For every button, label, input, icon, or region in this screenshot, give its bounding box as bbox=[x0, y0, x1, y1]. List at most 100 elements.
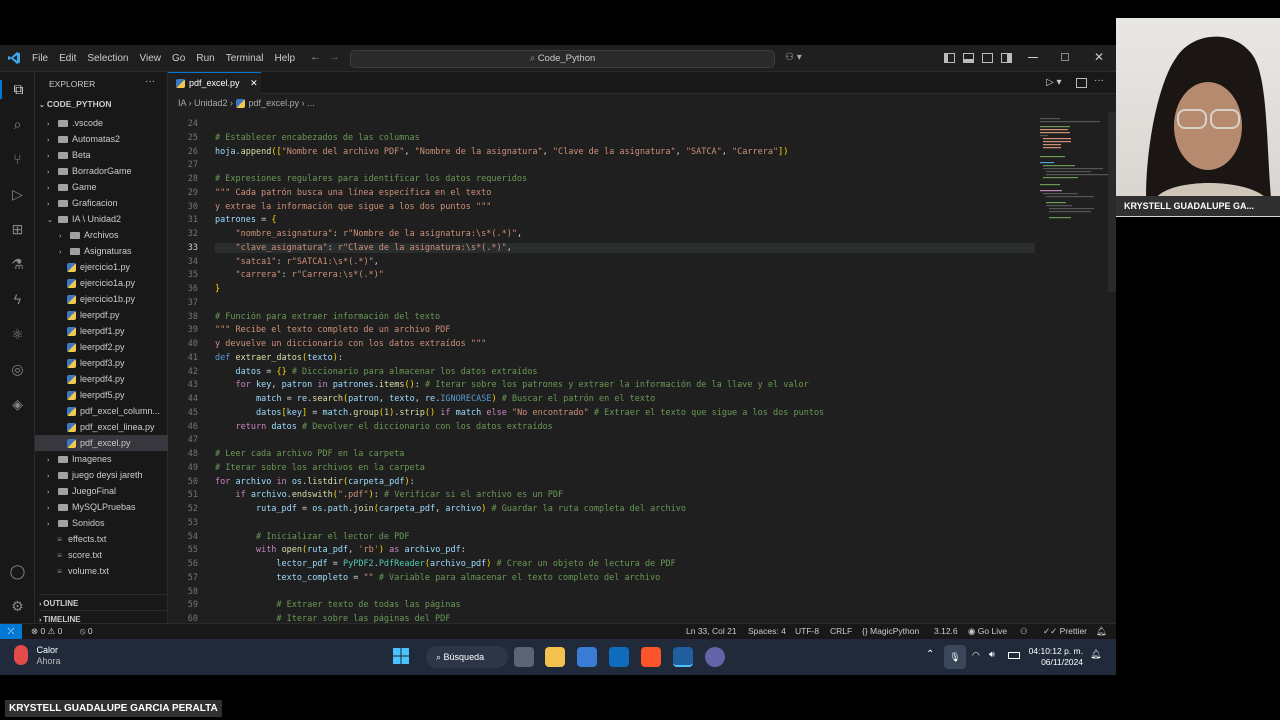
code-line[interactable]: lector_pdf = PyPDF2.PdfReader(archivo_pd… bbox=[215, 559, 675, 569]
back-arrow-icon[interactable]: ← bbox=[310, 51, 321, 63]
python-icon[interactable]: ◈ bbox=[8, 395, 27, 414]
react-icon[interactable]: ⚛ bbox=[8, 325, 27, 344]
microphone-icon[interactable]: 🎙︎ bbox=[944, 645, 966, 669]
language-mode[interactable]: {} MagicPython bbox=[862, 624, 919, 639]
code-line[interactable]: # Iterar sobre las páginas del PDF bbox=[215, 614, 450, 623]
code-line[interactable]: # Establecer encabezados de las columnas bbox=[215, 133, 420, 143]
go-live-button[interactable]: ◉ Go Live bbox=[968, 624, 1007, 639]
code-line[interactable]: if archivo.endswith(".pdf"): # Verificar… bbox=[215, 490, 563, 500]
code-line[interactable]: patrones = { bbox=[215, 215, 276, 225]
tree-folder[interactable]: › Beta bbox=[35, 147, 168, 163]
code-line[interactable]: """ Cada patrón busca una línea específi… bbox=[215, 188, 491, 198]
clock[interactable]: 04:10:12 p. m. 06/11/2024 bbox=[1027, 646, 1083, 668]
tree-file[interactable]: ≡ score.txt bbox=[35, 547, 168, 563]
code-line[interactable]: for key, patron in patrones.items(): # I… bbox=[215, 380, 808, 390]
menu-help[interactable]: Help bbox=[275, 53, 296, 64]
line-ending[interactable]: CRLF bbox=[830, 624, 852, 639]
close-window-icon[interactable]: ✕ bbox=[1094, 50, 1104, 64]
code-view[interactable]: 24 25 # Establecer encabezados de las colu… bbox=[168, 112, 1038, 623]
code-line[interactable]: for archivo in os.listdir(carpeta_pdf): bbox=[215, 477, 415, 487]
tree-file[interactable]: leerpdf1.py bbox=[35, 323, 168, 339]
show-hidden-icons[interactable]: ⌃ bbox=[926, 649, 934, 660]
code-line[interactable]: texto_completo = "" # Variable para alma… bbox=[215, 573, 660, 583]
extensions-icon[interactable]: ⊞ bbox=[8, 220, 27, 239]
live-share-icon[interactable]: ◎ bbox=[8, 360, 27, 379]
run-debug-icon[interactable]: ▷ bbox=[8, 185, 27, 204]
notifications-bell-icon[interactable]: 🔔︎ bbox=[1096, 624, 1107, 639]
task-view-icon[interactable] bbox=[514, 647, 534, 667]
ports-indicator[interactable]: ⦸ 0 bbox=[80, 624, 93, 639]
tree-folder[interactable]: › Sonidos bbox=[35, 515, 168, 531]
root-folder[interactable]: ⌄ CODE_PYTHON bbox=[39, 99, 112, 109]
tree-folder[interactable]: › Game bbox=[35, 179, 168, 195]
tree-file[interactable]: leerpdf5.py bbox=[35, 387, 168, 403]
code-line[interactable]: y devuelve un diccionario con los datos … bbox=[215, 339, 486, 349]
notification-center-icon[interactable]: 🔔︎ bbox=[1090, 649, 1101, 660]
split-editor-icon[interactable] bbox=[1076, 78, 1087, 88]
volume-icon[interactable]: 🔊︎ bbox=[989, 649, 995, 660]
code-line[interactable]: with open(ruta_pdf, 'rb') as archivo_pdf… bbox=[215, 545, 466, 555]
breadcrumb-item[interactable]: IA bbox=[178, 98, 186, 108]
code-line[interactable]: return datos # Devolver el diccionario c… bbox=[215, 422, 552, 432]
weather-widget[interactable]: Calor Ahora bbox=[14, 645, 61, 667]
breadcrumb-item[interactable]: pdf_excel.py bbox=[249, 98, 300, 108]
tree-folder[interactable]: › Graficacion bbox=[35, 195, 168, 211]
code-line[interactable]: y extrae la información que sigue a los … bbox=[215, 202, 491, 212]
run-python-icon[interactable]: ▷ ▾ bbox=[1046, 77, 1062, 88]
source-control-icon[interactable]: ⑂ bbox=[8, 150, 27, 169]
copilot-status-icon[interactable]: ⚇ bbox=[1020, 624, 1028, 639]
code-line[interactable]: # Iterar sobre los archivos en la carpet… bbox=[215, 463, 425, 473]
tree-folder[interactable]: › juego deysi jareth bbox=[35, 467, 168, 483]
file-explorer-icon[interactable] bbox=[545, 647, 565, 667]
tree-folder[interactable]: › Archivos bbox=[35, 227, 168, 243]
wifi-icon[interactable]: ◠ bbox=[972, 650, 980, 661]
restore-icon[interactable] bbox=[1061, 53, 1069, 61]
tree-folder[interactable]: › BorradorGame bbox=[35, 163, 168, 179]
tree-folder[interactable]: › MySQLPruebas bbox=[35, 499, 168, 515]
remote-indicator[interactable]: ⤫ bbox=[0, 624, 22, 639]
tree-folder[interactable]: › JuegoFinal bbox=[35, 483, 168, 499]
code-line[interactable]: """ Recibe el texto completo de un archi… bbox=[215, 325, 450, 335]
tree-file[interactable]: leerpdf3.py bbox=[35, 355, 168, 371]
editor-more-icon[interactable]: ··· bbox=[1094, 75, 1104, 86]
tree-file[interactable]: ejercicio1.py bbox=[35, 259, 168, 275]
vscode-taskbar-icon[interactable] bbox=[673, 647, 693, 667]
customize-layout-icon[interactable] bbox=[1001, 53, 1012, 63]
menu-edit[interactable]: Edit bbox=[59, 53, 76, 64]
cursor-position[interactable]: Ln 33, Col 21 bbox=[686, 624, 737, 639]
menu-terminal[interactable]: Terminal bbox=[226, 53, 264, 64]
tree-file[interactable]: pdf_excel_column... bbox=[35, 403, 168, 419]
prettier-status[interactable]: ✓✓ Prettier bbox=[1043, 624, 1087, 639]
code-line[interactable]: "clave_asignatura": r"Clave de la asigna… bbox=[215, 242, 1035, 253]
toggle-secondary-sidebar-icon[interactable] bbox=[982, 53, 993, 63]
more-actions-icon[interactable]: ··· bbox=[145, 76, 155, 87]
code-line[interactable]: # Leer cada archivo PDF en la carpeta bbox=[215, 449, 404, 459]
menu-run[interactable]: Run bbox=[196, 53, 214, 64]
tree-file[interactable]: leerpdf.py bbox=[35, 307, 168, 323]
microsoft-store-icon[interactable] bbox=[577, 647, 597, 667]
tree-file[interactable]: ≡ effects.txt bbox=[35, 531, 168, 547]
battery-icon[interactable] bbox=[1008, 652, 1020, 659]
code-line[interactable]: hoja.append(["Nombre del archivo PDF", "… bbox=[215, 147, 788, 157]
brave-browser-icon[interactable] bbox=[641, 647, 661, 667]
testing-icon[interactable]: ⚗ bbox=[8, 255, 27, 274]
code-line[interactable]: def extraer_datos(texto): bbox=[215, 353, 343, 363]
settings-gear-icon[interactable]: ⚙ bbox=[8, 597, 27, 616]
tree-folder[interactable]: › .vscode bbox=[35, 115, 168, 131]
code-line[interactable]: datos = {} # Diccionario para almacenar … bbox=[215, 367, 537, 377]
breadcrumb-item[interactable]: Unidad2 bbox=[194, 98, 228, 108]
explorer-icon[interactable]: ⧉ bbox=[0, 80, 35, 99]
tree-folder[interactable]: › Imagenes bbox=[35, 451, 168, 467]
search-icon[interactable]: ⌕ bbox=[8, 115, 27, 134]
outline-section[interactable]: › OUTLINE bbox=[39, 594, 168, 608]
tree-file[interactable]: ejercicio1a.py bbox=[35, 275, 168, 291]
outlook-icon[interactable] bbox=[609, 647, 629, 667]
tree-file[interactable]: pdf_excel.py bbox=[35, 435, 168, 451]
toggle-panel-icon[interactable] bbox=[963, 53, 974, 63]
tree-folder[interactable]: › Automatas2 bbox=[35, 131, 168, 147]
tree-file[interactable]: pdf_excel_linea.py bbox=[35, 419, 168, 435]
python-version[interactable]: 3.12.6 bbox=[934, 624, 958, 639]
menu-selection[interactable]: Selection bbox=[87, 53, 128, 64]
menu-go[interactable]: Go bbox=[172, 53, 185, 64]
close-tab-icon[interactable]: ✕ bbox=[250, 78, 258, 88]
